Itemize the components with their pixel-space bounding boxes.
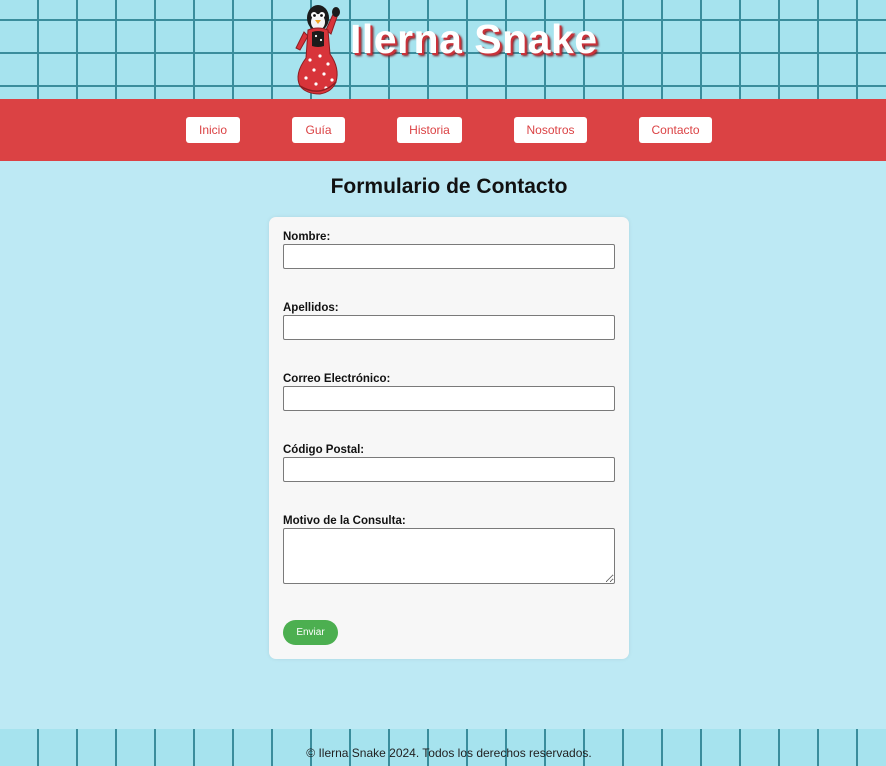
site-footer: © Ilerna Snake 2024. Todos los derechos … xyxy=(0,729,886,766)
postal-code-input[interactable] xyxy=(283,457,615,482)
footer-copyright: © Ilerna Snake 2024. Todos los derechos … xyxy=(306,746,592,760)
contact-form: Nombre: Apellidos: Correo Electrónico: C… xyxy=(269,217,629,659)
nav-item-historia[interactable]: Historia xyxy=(397,117,462,143)
penguin-flamenco-dancer-icon xyxy=(295,5,340,95)
page-title: Formulario de Contacto xyxy=(330,175,568,198)
nav-item-inicio[interactable]: Inicio xyxy=(186,117,240,143)
postal-code-label: Código Postal: xyxy=(283,444,365,456)
site-title: Ilerna Snake xyxy=(350,16,598,62)
reason-label: Motivo de la Consulta: xyxy=(283,515,406,527)
submit-button[interactable]: Enviar xyxy=(283,620,338,645)
email-input[interactable] xyxy=(283,386,615,411)
name-label: Nombre: xyxy=(283,231,331,243)
site-header: Ilerna Snake xyxy=(0,0,886,99)
reason-textarea[interactable] xyxy=(283,528,615,584)
nav-item-contacto[interactable]: Contacto xyxy=(639,117,712,143)
surname-label: Apellidos: xyxy=(283,302,339,314)
main-nav: Inicio Guía Historia Nosotros Contacto xyxy=(0,99,886,161)
nav-item-nosotros[interactable]: Nosotros xyxy=(514,117,587,143)
name-input[interactable] xyxy=(283,244,615,269)
email-label: Correo Electrónico: xyxy=(283,373,391,385)
surname-input[interactable] xyxy=(283,315,615,340)
nav-item-guia[interactable]: Guía xyxy=(292,117,345,143)
site-logo[interactable]: Ilerna Snake xyxy=(290,2,630,98)
